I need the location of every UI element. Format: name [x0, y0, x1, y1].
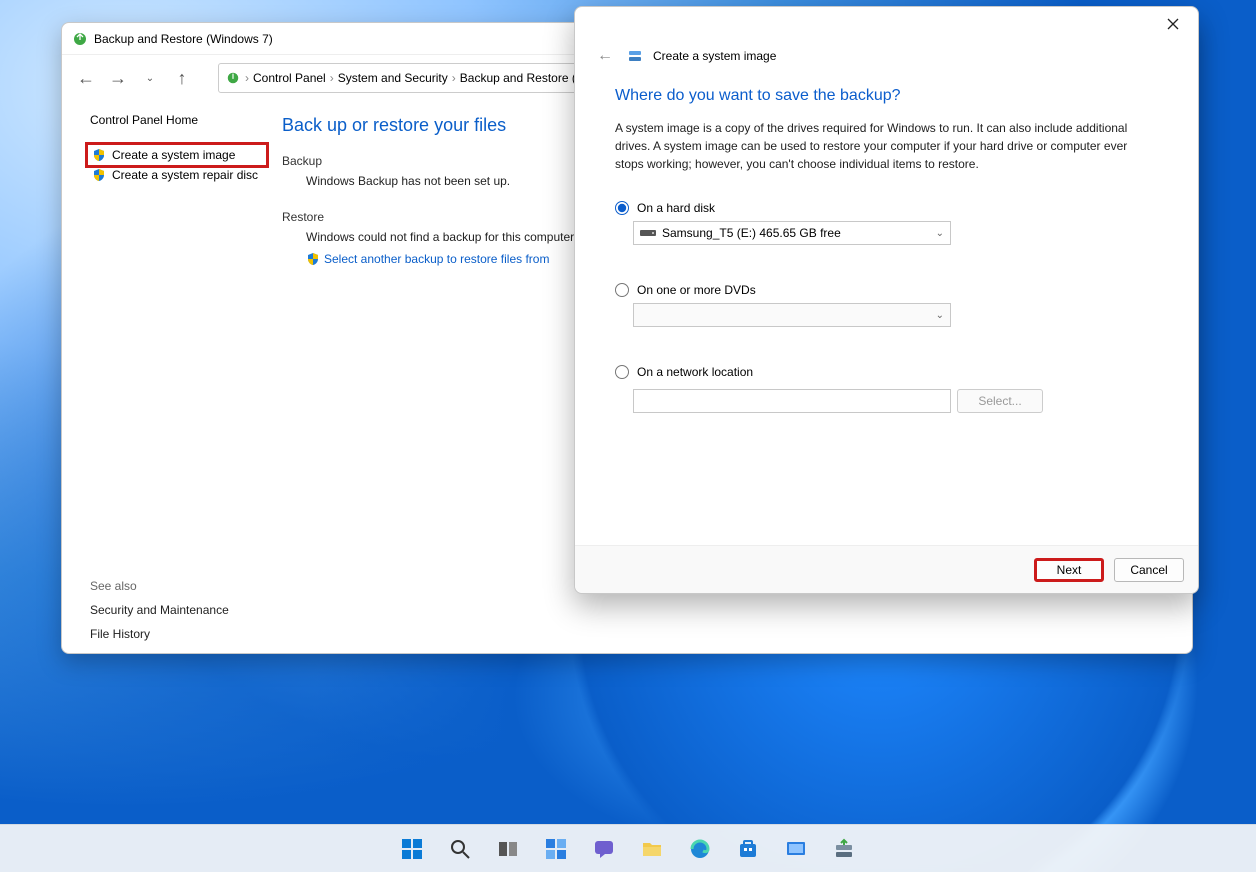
wizard-back-button[interactable]: ← [593, 47, 617, 65]
taskbar-start[interactable] [392, 829, 432, 869]
nav-back-button[interactable]: ← [72, 64, 100, 92]
nav-recent-button[interactable]: ⌄ [136, 64, 164, 92]
next-button[interactable]: Next [1034, 558, 1104, 582]
chevron-down-icon: ⌄ [936, 310, 944, 321]
option-hard-disk[interactable]: On a hard disk [615, 201, 1158, 215]
backup-icon [72, 31, 88, 47]
taskbar-task-view[interactable] [488, 829, 528, 869]
sidebar-security-maintenance[interactable]: Security and Maintenance [90, 603, 264, 617]
shield-icon [306, 252, 320, 266]
select-network-button[interactable]: Select... [957, 389, 1043, 413]
radio-network[interactable] [615, 365, 629, 379]
wizard-question: Where do you want to save the backup? [615, 87, 1158, 105]
sidebar-create-system-image[interactable]: Create a system image [90, 145, 264, 165]
wizard-description: A system image is a copy of the drives r… [615, 119, 1158, 173]
restore-select-label: Select another backup to restore files f… [324, 252, 549, 266]
sidebar: Control Panel Home Create a system image… [62, 101, 274, 653]
sidebar-item-label: Create a system repair disc [112, 168, 258, 182]
taskbar-settings[interactable] [776, 829, 816, 869]
wizard-header-title: Create a system image [653, 49, 776, 63]
nav-forward-button[interactable]: → [104, 64, 132, 92]
breadcrumb-item[interactable]: System and Security [338, 71, 448, 85]
option-network[interactable]: On a network location [615, 365, 1158, 379]
taskbar-backup-app[interactable] [824, 829, 864, 869]
shield-icon [92, 168, 106, 182]
wizard-body: Where do you want to save the backup? A … [575, 65, 1198, 545]
create-system-image-wizard: ← Create a system image Where do you wan… [574, 6, 1199, 594]
chevron-right-icon: › [330, 71, 334, 85]
taskbar-search[interactable] [440, 829, 480, 869]
taskbar[interactable] [0, 824, 1256, 872]
chevron-right-icon: › [245, 71, 249, 85]
radio-dvd[interactable] [615, 283, 629, 297]
sidebar-create-repair-disc[interactable]: Create a system repair disc [90, 165, 264, 185]
network-location-input[interactable] [633, 389, 951, 413]
wizard-footer: Next Cancel [575, 545, 1198, 593]
wizard-titlebar[interactable] [575, 7, 1198, 41]
drive-icon [640, 228, 656, 238]
close-button[interactable] [1156, 10, 1190, 38]
nav-up-button[interactable]: ↑ [168, 64, 196, 92]
chevron-right-icon: › [452, 71, 456, 85]
window-title: Backup and Restore (Windows 7) [94, 32, 273, 46]
option-dvd-group: On one or more DVDs ⌄ [615, 283, 1158, 327]
backup-icon-small [225, 70, 241, 86]
see-also-label: See also [90, 579, 264, 593]
drive-stack-icon [627, 48, 643, 64]
sidebar-item-label: Create a system image [112, 148, 235, 162]
wizard-header: ← Create a system image [575, 41, 1198, 65]
chevron-down-icon: ⌄ [936, 228, 944, 239]
cancel-button[interactable]: Cancel [1114, 558, 1184, 582]
option-dvd[interactable]: On one or more DVDs [615, 283, 1158, 297]
sidebar-control-panel-home[interactable]: Control Panel Home [90, 113, 264, 127]
option-network-group: On a network location Select... [615, 365, 1158, 413]
shield-icon [92, 148, 106, 162]
taskbar-chat[interactable] [584, 829, 624, 869]
dvd-dropdown[interactable]: ⌄ [633, 303, 951, 327]
hard-disk-dropdown[interactable]: Samsung_T5 (E:) 465.65 GB free ⌄ [633, 221, 951, 245]
option-label: On a hard disk [637, 201, 715, 215]
option-hard-disk-group: On a hard disk Samsung_T5 (E:) 465.65 GB… [615, 201, 1158, 245]
taskbar-store[interactable] [728, 829, 768, 869]
radio-hard-disk[interactable] [615, 201, 629, 215]
option-label: On a network location [637, 365, 753, 379]
taskbar-file-explorer[interactable] [632, 829, 672, 869]
breadcrumb-item[interactable]: Control Panel [253, 71, 326, 85]
option-label: On one or more DVDs [637, 283, 756, 297]
sidebar-file-history[interactable]: File History [90, 627, 264, 641]
taskbar-widgets[interactable] [536, 829, 576, 869]
taskbar-edge[interactable] [680, 829, 720, 869]
hard-disk-value: Samsung_T5 (E:) 465.65 GB free [662, 226, 841, 240]
